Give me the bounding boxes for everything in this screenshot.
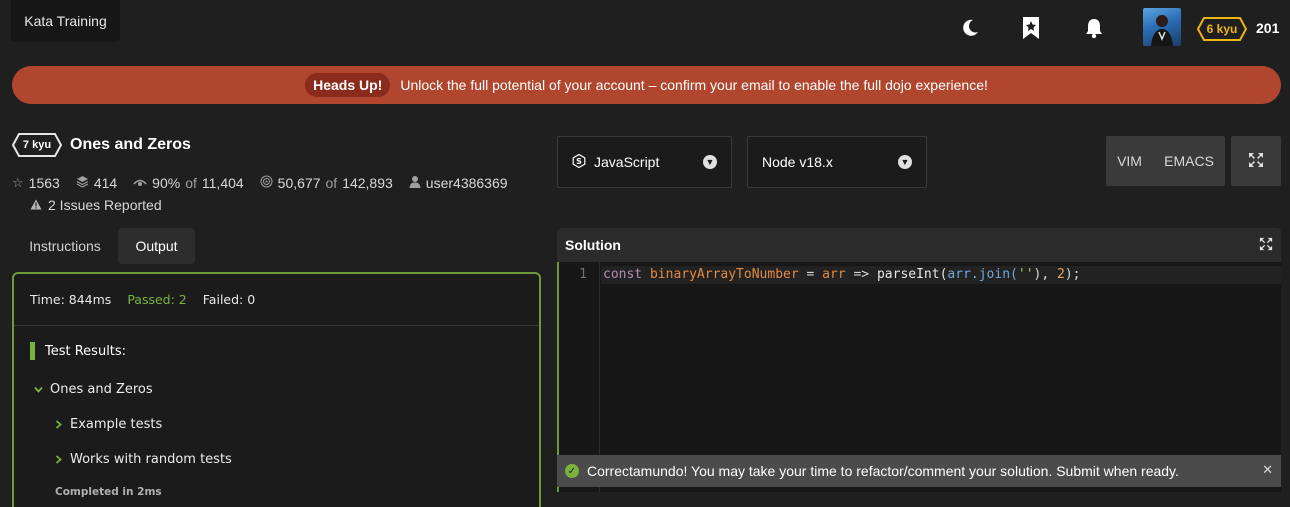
editor-mode-group: VIM EMACS — [1106, 136, 1225, 186]
test-summary: Time: 844ms Passed: 2 Failed: 0 — [14, 274, 539, 326]
runtime-select[interactable]: Node v18.x ▼ — [747, 136, 927, 188]
close-icon[interactable]: ✕ — [1262, 462, 1273, 478]
target-icon — [260, 175, 273, 191]
javascript-icon: S — [572, 153, 586, 171]
satisfaction-stat: 90% of 11,404 — [133, 175, 244, 191]
eye-icon — [133, 176, 147, 191]
brand-label: Kata Training — [24, 13, 107, 29]
kata-training-link[interactable]: Kata Training — [11, 0, 120, 42]
user-rank-label: 6 kyu — [1206, 22, 1238, 36]
fullscreen-button[interactable] — [1231, 136, 1281, 186]
completed-time: Completed in 2ms — [55, 486, 162, 498]
author-stat[interactable]: user4386369 — [409, 175, 508, 191]
solution-header: Solution — [557, 228, 1281, 262]
banner-message[interactable]: Unlock the full potential of your accoun… — [400, 77, 988, 93]
heads-up-pill: Heads Up! — [305, 73, 391, 97]
suite-toggle[interactable]: Ones and Zeros — [34, 382, 153, 397]
bookmark-icon[interactable] — [1020, 16, 1042, 40]
kata-title[interactable]: Ones and Zeros — [70, 136, 191, 154]
results-accent-bar — [30, 342, 35, 360]
chevron-right-icon — [54, 418, 63, 432]
chevron-down-icon: ▼ — [898, 155, 912, 169]
honor-count: 201 — [1256, 20, 1280, 36]
solution-title: Solution — [565, 237, 621, 253]
chevron-down-icon — [34, 383, 43, 397]
completed-stat: 50,677 of 142,893 — [260, 175, 393, 191]
time-label: Time: 844ms — [30, 292, 112, 307]
code-line[interactable]: const binaryArrayToNumber = arr => parse… — [603, 267, 1081, 282]
svg-text:S: S — [576, 157, 582, 166]
passed-count: Passed: 2 — [127, 292, 187, 307]
moon-icon[interactable] — [959, 16, 981, 40]
emacs-mode-button[interactable]: EMACS — [1164, 153, 1214, 169]
line-number: 1 — [579, 267, 587, 282]
layers-icon — [76, 175, 89, 191]
language-select[interactable]: S JavaScript ▼ — [557, 136, 732, 188]
example-tests-toggle[interactable]: Example tests — [54, 417, 162, 432]
star-icon: ☆ — [12, 175, 24, 190]
warning-icon — [30, 197, 42, 213]
bell-icon[interactable] — [1083, 16, 1105, 40]
tab-instructions[interactable]: Instructions — [18, 228, 112, 264]
collections-stat[interactable]: 414 — [76, 175, 117, 191]
issues-reported-link[interactable]: 2 Issues Reported — [30, 197, 162, 213]
expand-icon — [1248, 152, 1264, 171]
kata-rank-label: 7 kyu — [22, 139, 52, 151]
random-tests-toggle[interactable]: Works with random tests — [54, 452, 232, 467]
chevron-right-icon — [54, 453, 63, 467]
toast-message: Correctamundo! You may take your time to… — [587, 463, 1179, 479]
vim-mode-button[interactable]: VIM — [1117, 153, 1142, 169]
chevron-down-icon: ▼ — [703, 155, 717, 169]
user-icon — [409, 175, 421, 191]
kata-stats: ☆ 1563 414 90% of 11,404 50,677 of 142,8… — [12, 175, 508, 191]
output-panel: Time: 844ms Passed: 2 Failed: 0 Test Res… — [12, 272, 541, 507]
check-circle-icon: ✓ — [565, 464, 579, 478]
email-confirm-banner: Heads Up! Unlock the full potential of y… — [12, 66, 1281, 104]
user-avatar[interactable] — [1143, 8, 1181, 46]
expand-icon[interactable] — [1259, 237, 1273, 254]
success-toast: ✓ Correctamundo! You may take your time … — [557, 455, 1281, 487]
tab-output[interactable]: Output — [118, 228, 195, 264]
test-results-heading: Test Results: — [30, 342, 126, 360]
stars-stat[interactable]: ☆ 1563 — [12, 175, 60, 191]
failed-count: Failed: 0 — [202, 292, 256, 307]
